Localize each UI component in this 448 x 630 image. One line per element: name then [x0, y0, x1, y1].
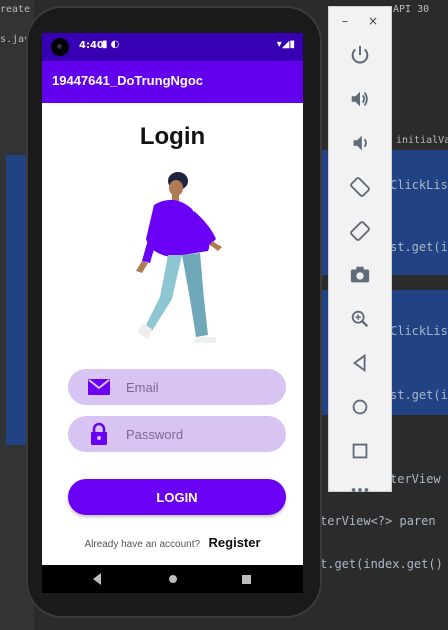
- register-row: Already have an account? Register: [42, 534, 303, 552]
- status-time: 4:40: [79, 40, 104, 51]
- volume-up-button[interactable]: [346, 85, 374, 113]
- close-button[interactable]: ×: [368, 14, 378, 28]
- email-icon: [88, 379, 110, 395]
- rotate-left-icon: [350, 177, 370, 197]
- volume-down-button[interactable]: [346, 129, 374, 157]
- camera-icon: [350, 266, 370, 283]
- notification-icons: ▮ ◐: [102, 39, 120, 50]
- api-level-label[interactable]: API 30: [393, 4, 429, 15]
- more-icon: [351, 488, 369, 492]
- home-button[interactable]: [346, 393, 374, 421]
- overview-icon: [352, 443, 368, 459]
- home-icon: [352, 399, 368, 415]
- code-line: ClickLis: [390, 178, 448, 192]
- password-input[interactable]: [126, 416, 276, 452]
- code-line: st.get(i: [390, 240, 448, 254]
- zoom-button[interactable]: [346, 305, 374, 333]
- camera-cutout: [51, 38, 69, 56]
- navigation-bar: [42, 565, 303, 593]
- nav-recents-icon[interactable]: [242, 575, 251, 584]
- power-icon: [351, 45, 369, 64]
- code-hint: initialValu: [396, 135, 448, 146]
- code-line: t.get(index.get(): [320, 557, 443, 571]
- login-button[interactable]: LOGIN: [68, 479, 286, 515]
- back-button[interactable]: [346, 349, 374, 377]
- lock-icon: [91, 422, 107, 445]
- overview-button[interactable]: [346, 437, 374, 465]
- minimize-button[interactable]: –: [342, 14, 348, 28]
- code-line: terView<?> paren: [320, 514, 436, 528]
- app-title: 19447641_DoTrungNgoc: [52, 73, 204, 88]
- code-line: terView: [390, 472, 441, 486]
- signal-battery-icons: ▾◢▮: [276, 39, 295, 50]
- emulator-toolbar: – ×: [328, 6, 392, 492]
- email-field[interactable]: [68, 369, 286, 405]
- status-bar: 4:40 ▮ ◐ ▾◢▮: [42, 33, 303, 61]
- account-prompt: Already have an account?: [84, 539, 201, 550]
- zoom-icon: [351, 310, 369, 328]
- rotate-right-icon: [350, 221, 370, 241]
- volume-up-icon: [351, 91, 368, 107]
- email-input[interactable]: [126, 369, 276, 405]
- power-button[interactable]: [346, 41, 374, 69]
- more-button[interactable]: [346, 479, 374, 501]
- ide-selection-strip: [6, 155, 26, 445]
- app-bar: 19447641_DoTrungNgoc: [42, 61, 303, 103]
- nav-home-icon[interactable]: [169, 575, 177, 583]
- walking-person-illustration: [136, 172, 222, 343]
- page-title: Login: [139, 123, 206, 150]
- volume-down-icon: [353, 135, 367, 151]
- code-line: ClickLis: [390, 324, 448, 338]
- phone-screen: 4:40 ▮ ◐ ▾◢▮ 19447641_DoTrungNgoc Login: [42, 33, 303, 593]
- ide-tab-label[interactable]: reate: [0, 4, 30, 15]
- nav-back-icon[interactable]: [93, 573, 101, 585]
- code-line: st.get(i: [390, 388, 448, 402]
- register-link[interactable]: Register: [209, 535, 261, 550]
- rotate-right-button[interactable]: [346, 217, 374, 245]
- back-icon: [352, 353, 366, 373]
- screenshot-button[interactable]: [346, 261, 374, 289]
- rotate-left-button[interactable]: [346, 173, 374, 201]
- password-field[interactable]: [68, 416, 286, 452]
